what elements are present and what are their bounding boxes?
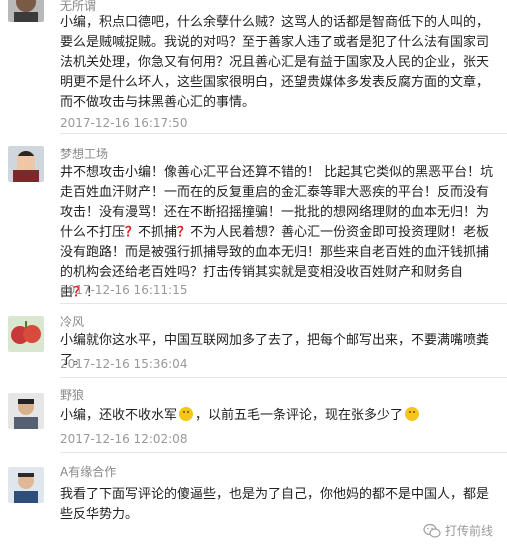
comment-time: 2017-12-16 16:17:50 [60, 116, 188, 130]
comment-username[interactable]: 野狼 [60, 386, 84, 403]
comment-content: 小编，积点口德吧，什么余孽什么贼？这骂人的话都是智商低下的人叫的，要么是贼喊捉贼… [60, 15, 490, 110]
divider [60, 452, 507, 453]
comment-username[interactable]: 冷风 [60, 313, 84, 330]
comment-text-segment: 不抓捕 [138, 225, 178, 240]
comment-time: 2017-12-16 12:02:08 [60, 432, 188, 446]
divider [60, 377, 507, 378]
avatar[interactable] [8, 146, 44, 182]
smirk-emoji-icon [405, 407, 420, 421]
divider [60, 303, 507, 304]
avatar[interactable] [8, 393, 44, 429]
comment-username[interactable]: 无所谓 [60, 0, 96, 14]
question-mark-emoji: ？ [125, 225, 139, 240]
comment-time: 2017-12-16 16:11:15 [60, 283, 188, 297]
comment-text-segment: ，以前五毛一条评论，现在张多少了 [195, 408, 404, 423]
comment-time: 2017-12-16 15:36:04 [60, 357, 188, 371]
comment-text-segment: 小编，还收不收水军 [60, 408, 178, 423]
comment-content: 小编，还收不收水军 ，以前五毛一条评论，现在张多少了 [60, 406, 498, 426]
comment-username[interactable]: 梦想工场 [60, 145, 108, 162]
question-mark-emoji: ？ [177, 225, 191, 240]
avatar[interactable] [8, 467, 44, 503]
comment-content: 井不想攻击小编！像善心汇平台还算不错的！ 比起其它类似的黑恶平台！坑走百姓血汗财… [60, 163, 498, 303]
avatar[interactable] [8, 316, 44, 352]
watermark-text: 打传前线 [444, 524, 493, 538]
wechat-logo-icon [423, 523, 441, 538]
avatar[interactable] [8, 0, 44, 22]
divider [60, 133, 507, 134]
watermark: 打传前线 [423, 522, 493, 539]
comment-content: 我看了下面写评论的傻逼些，也是为了自己，你他妈的都不是中国人，都是些反华势力。 [60, 487, 490, 522]
comment-username[interactable]: A有缘合作 [60, 463, 116, 480]
grin-emoji-icon [179, 407, 194, 421]
